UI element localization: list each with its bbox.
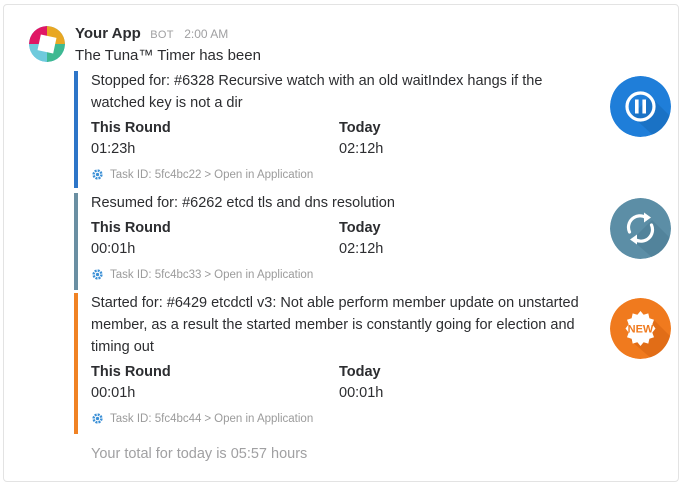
attachment-fields: This Round 00:01h Today 00:01h xyxy=(91,362,594,406)
field-title: Today xyxy=(339,120,381,136)
field-value: 00:01h xyxy=(339,385,384,401)
field-title: This Round xyxy=(91,220,171,236)
task-id: Task ID: 5fc4bc22 xyxy=(110,168,202,181)
gear-icon xyxy=(92,169,103,180)
attachment-stopped: Stopped for: #6328 Recursive watch with … xyxy=(74,71,594,188)
field-value: 02:12h xyxy=(339,141,384,157)
new-thumbnail[interactable]: NEW xyxy=(610,298,671,359)
field-value: 01:23h xyxy=(91,141,136,157)
attachment-footer: Task ID: 5fc4bc44 > Open in Application xyxy=(91,412,594,425)
field-today: Today 02:12h xyxy=(339,118,383,160)
refresh-thumbnail[interactable] xyxy=(610,198,671,259)
sender-name[interactable]: Your App xyxy=(75,25,141,42)
open-in-app-link[interactable]: Open in Application xyxy=(214,269,313,281)
field-title: Today xyxy=(339,364,381,380)
field-title: Today xyxy=(339,220,381,236)
field-this-round: This Round 01:23h xyxy=(91,118,171,160)
field-title: This Round xyxy=(91,364,171,380)
field-value: 02:12h xyxy=(339,241,384,257)
new-badge-label: NEW xyxy=(628,324,654,336)
open-in-app-link[interactable]: Open in Application xyxy=(214,413,313,425)
attachment-text: Started for: #6429 etcdctl v3: Not able … xyxy=(91,295,579,355)
gear-icon xyxy=(92,269,103,280)
footer-separator: > xyxy=(204,412,212,425)
field-value: 00:01h xyxy=(91,385,136,401)
field-this-round: This Round 00:01h xyxy=(91,362,171,404)
footer-separator: > xyxy=(204,268,212,281)
message-time[interactable]: 2:00 AM xyxy=(184,27,228,41)
pause-thumbnail[interactable] xyxy=(610,76,671,137)
field-value: 00:01h xyxy=(91,241,136,257)
app-avatar[interactable] xyxy=(29,26,65,62)
attachment-footer: Task ID: 5fc4bc22 > Open in Application xyxy=(91,168,594,181)
gear-icon xyxy=(92,413,103,424)
task-id: Task ID: 5fc4bc33 xyxy=(110,268,202,281)
attachment-footer: Task ID: 5fc4bc33 > Open in Application xyxy=(91,268,594,281)
message-header: Your App BOT 2:00 AM xyxy=(75,25,228,45)
daily-total: Your total for today is 05:57 hours xyxy=(91,446,308,462)
open-in-app-link[interactable]: Open in Application xyxy=(214,169,313,181)
attachment-text: Stopped for: #6328 Recursive watch with … xyxy=(91,73,543,111)
attachment-resumed: Resumed for: #6262 etcd tls and dns reso… xyxy=(74,193,594,290)
attachment-started: Started for: #6429 etcdctl v3: Not able … xyxy=(74,293,594,434)
footer-separator: > xyxy=(204,168,212,181)
field-today: Today 02:12h xyxy=(339,218,383,260)
task-id: Task ID: 5fc4bc44 xyxy=(110,412,202,425)
field-title: This Round xyxy=(91,120,171,136)
attachment-text: Resumed for: #6262 etcd tls and dns reso… xyxy=(91,195,395,211)
bot-badge: BOT xyxy=(150,29,174,41)
attachment-fields: This Round 01:23h Today 02:12h xyxy=(91,118,594,162)
field-this-round: This Round 00:01h xyxy=(91,218,171,260)
field-today: Today 00:01h xyxy=(339,362,383,404)
attachment-fields: This Round 00:01h Today 02:12h xyxy=(91,218,594,262)
message-intro: The Tuna™ Timer has been xyxy=(75,47,261,64)
